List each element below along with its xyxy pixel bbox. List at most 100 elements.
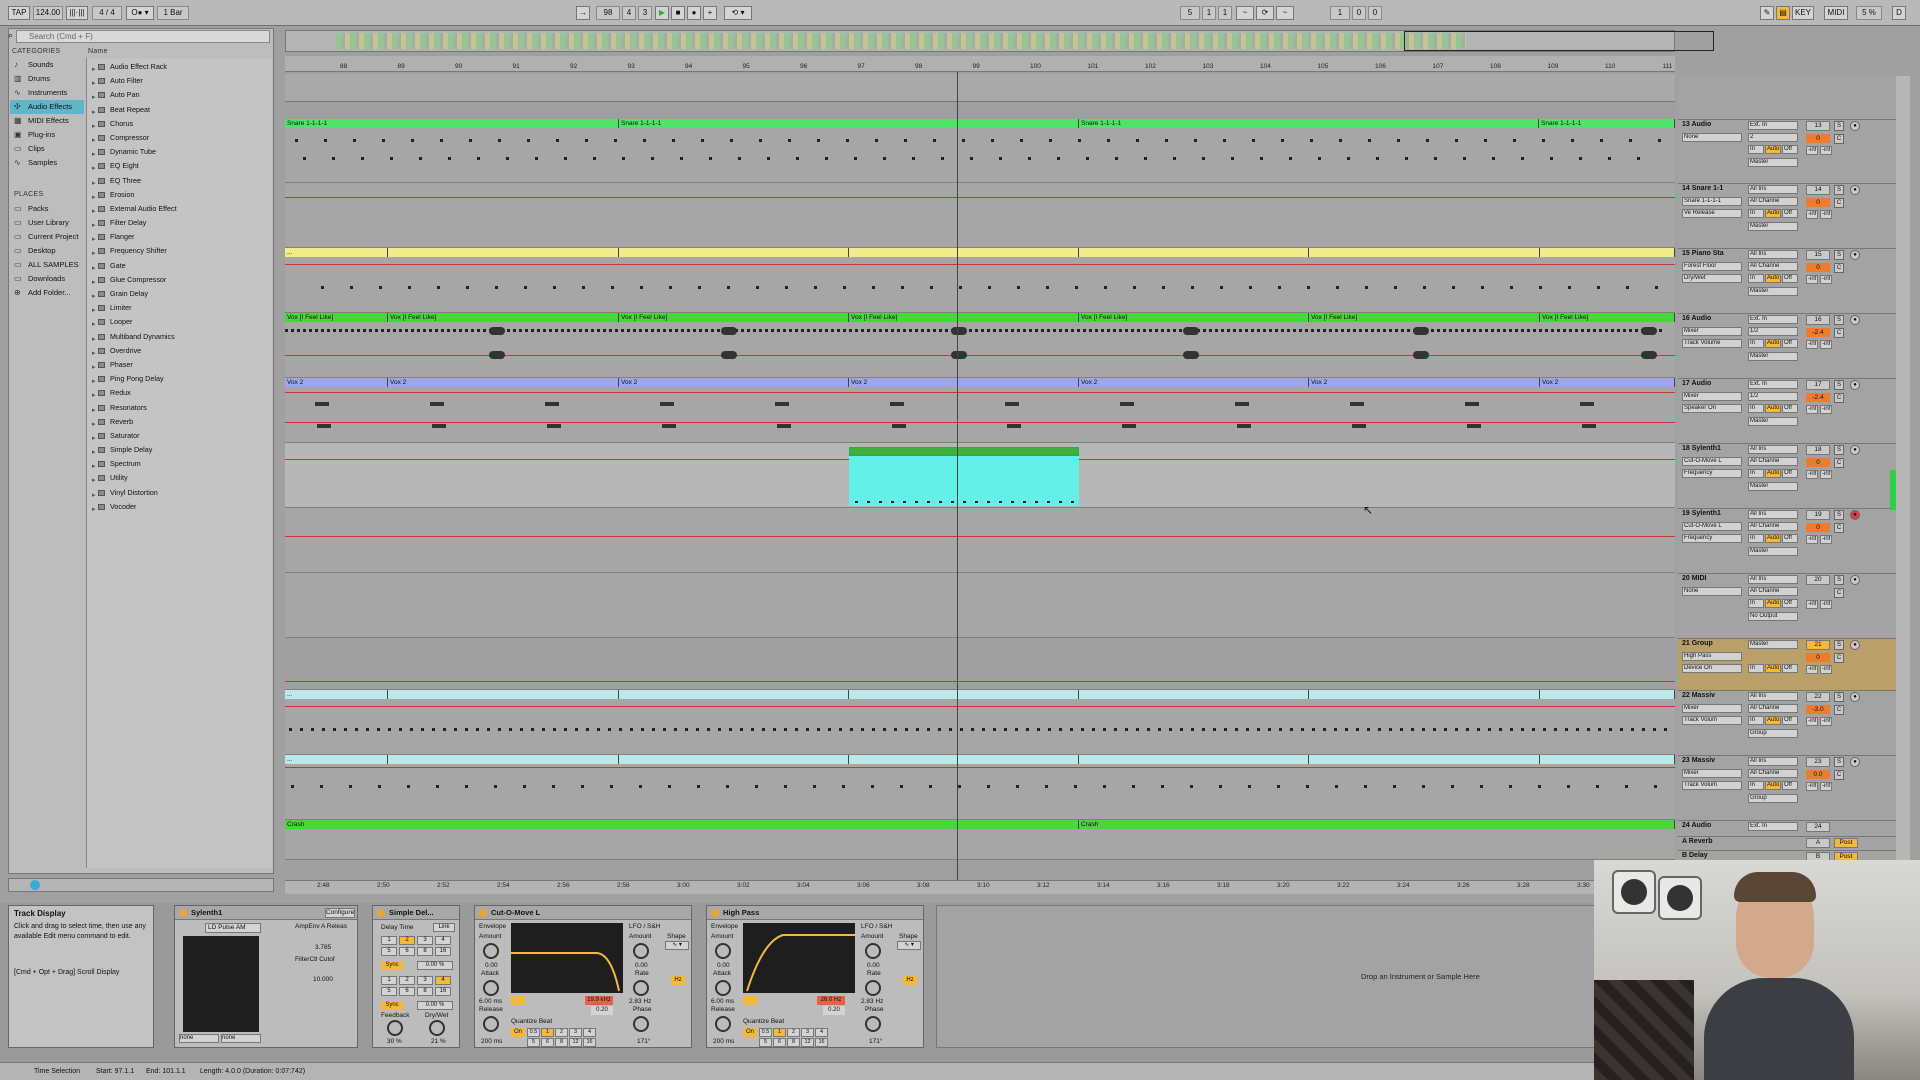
clip[interactable]: Vox 2 [619,378,849,387]
monitor-in-button[interactable]: In [1748,339,1764,348]
browser-item[interactable]: ▸ Grain Delay [86,287,272,301]
lane-16-vox[interactable]: Vox [I Feel Like] Vox [I Feel Like] Vox [I… [285,313,1675,378]
send-b[interactable]: -inf [1820,146,1832,155]
delay-grid-cell[interactable]: 8 [417,987,433,996]
quantize-grid-cell[interactable]: 2 [555,1028,568,1037]
monitor-off-button[interactable]: Off [1782,209,1798,218]
input-type-select[interactable]: Ext. In [1748,822,1798,831]
clip[interactable]: Snare 1-1-1-1 [1079,119,1539,128]
clip[interactable]: Vox 2 [285,378,388,387]
follow-icon[interactable]: → [576,6,590,20]
clip[interactable]: Snare 1-1-1-1 [1539,119,1675,128]
track-activator[interactable]: 14 [1806,185,1830,195]
automation-line[interactable] [285,767,1675,768]
filter-type-button[interactable] [743,996,757,1005]
lane-17-vox2[interactable]: Vox 2 Vox 2 Vox 2 Vox 2 Vox 2 Vox 2 Vox 2 [285,378,1675,443]
input-type-select[interactable]: All Ins [1748,250,1798,259]
track-name[interactable]: 23 Massiv [1682,757,1715,764]
solo-button[interactable]: S [1834,692,1844,702]
clip[interactable]: Vox 2 [1309,378,1540,387]
clip[interactable] [388,755,619,764]
midi-clip-header[interactable] [849,447,1079,456]
delay-grid-cell[interactable]: 3 [417,936,433,945]
arm-button[interactable]: ● [1850,510,1860,520]
clip[interactable] [1540,755,1675,764]
send-b[interactable]: -inf [1820,782,1832,791]
hz-button[interactable]: Hz [903,976,917,985]
clip[interactable]: Vox [I Feel Like] [388,313,619,322]
track-header[interactable]: 24 Audio Ext. In 24 [1678,820,1898,836]
solo-button[interactable]: S [1834,575,1844,585]
macro-select-1[interactable]: none [179,1034,219,1043]
loop-length-bar[interactable]: 1 [1330,6,1350,20]
clip[interactable]: ... [285,248,388,257]
place-user-library[interactable]: ▭ User Library [10,216,84,230]
preview-toggle-icon[interactable] [30,880,40,890]
automation-param-select[interactable]: Track Volum [1682,716,1742,725]
solo-button[interactable]: S [1834,445,1844,455]
delay-grid-cell[interactable]: 4 [435,976,451,985]
send-b[interactable]: -inf [1820,535,1832,544]
play-icon[interactable]: ▶ [655,6,669,20]
delay-grid-cell[interactable]: 8 [417,947,433,956]
arm-button[interactable]: ● [1850,380,1860,390]
overdub-icon[interactable]: + [703,6,717,20]
send-b[interactable]: -inf [1820,210,1832,219]
clip[interactable]: ... [285,755,388,764]
midi-button[interactable]: MIDI [1824,6,1848,20]
shape-select[interactable]: ∿ ▾ [897,941,921,950]
punch-out-icon[interactable]: ~ [1276,6,1294,20]
delay-offset-right[interactable]: 0.00 % [417,1001,453,1010]
delay-grid-cell[interactable]: 1 [381,936,397,945]
browser-item[interactable]: ▸ Filter Delay [86,216,272,230]
volume-field[interactable]: 0 [1806,263,1830,272]
metronome-button[interactable]: O● ▾ [126,6,154,20]
monitor-in-button[interactable]: In [1748,209,1764,218]
browser-item[interactable]: ▸ Beat Repeat [86,103,272,117]
clip[interactable]: Vox [I Feel Like] [1079,313,1309,322]
device-on-icon[interactable] [377,909,385,917]
track-name[interactable]: A Reverb [1682,838,1712,845]
volume-field[interactable]: -3.0 [1806,705,1830,714]
arm-button[interactable]: ● [1850,250,1860,260]
automation-arm-icon[interactable]: ⟲ ▾ [724,6,752,20]
output-select[interactable]: No Output [1748,612,1798,621]
automation-device-select[interactable]: Forest Floor [1682,262,1742,271]
input-channel-select[interactable]: All Channe [1748,587,1798,596]
crossfade-button[interactable]: C [1834,770,1844,780]
category-audio-effects[interactable]: ✣ Audio Effects [10,100,84,114]
solo-button[interactable]: S [1834,185,1844,195]
browser-item[interactable]: ▸ Overdrive [86,344,272,358]
arm-button[interactable]: ● [1850,640,1860,650]
monitor-in-button[interactable]: In [1748,716,1764,725]
browser-item[interactable]: ▸ Multiband Dynamics [86,330,272,344]
release-knob[interactable] [715,1016,731,1032]
track-header[interactable]: 17 Audio Ext. In 1/2 Mixer Speaker On In Auto O… [1678,378,1898,443]
track-name[interactable]: 20 MIDI [1682,575,1707,582]
lane-23-massive[interactable]: ... [285,755,1675,820]
track-activator[interactable]: 15 [1806,250,1830,260]
send-a[interactable]: -inf [1806,535,1818,544]
lane-13-audio[interactable]: Snare 1-1-1-1 Snare 1-1-1-1 Snare 1-1-1-1 S… [285,119,1675,183]
input-type-select[interactable]: All Ins [1748,510,1798,519]
track-header[interactable]: 23 Massiv All Ins All Channe Mixer Track Vol… [1678,755,1898,820]
delay-grid-cell[interactable]: 1 [381,976,397,985]
track-activator[interactable]: 23 [1806,757,1830,767]
crossfade-button[interactable]: C [1834,198,1844,208]
delay-grid-cell[interactable]: 5 [381,947,397,956]
crossfade-button[interactable]: C [1834,328,1844,338]
lfo-amount-knob[interactable] [865,943,881,959]
clip[interactable] [1079,248,1309,257]
track-name[interactable]: 22 Massiv [1682,692,1715,699]
link-button[interactable]: Link [433,923,455,932]
clip[interactable] [388,690,619,699]
automation-param-select[interactable]: Frequency [1682,534,1742,543]
track-name[interactable]: 13 Audio [1682,121,1711,128]
track-header[interactable]: 21 Group Master High Pass Device On In Auto Of… [1678,638,1898,690]
volume-field[interactable]: 0 [1806,458,1830,467]
midi-clip-selected[interactable] [849,456,1079,506]
clip[interactable] [619,755,849,764]
clip[interactable]: Vox [I Feel Like] [285,313,388,322]
send-a[interactable]: -inf [1806,782,1818,791]
arm-button[interactable]: ● [1850,445,1860,455]
